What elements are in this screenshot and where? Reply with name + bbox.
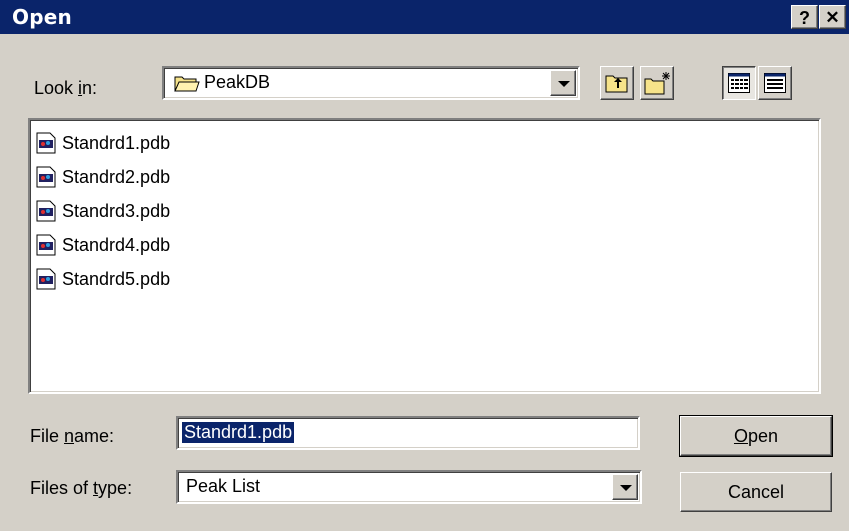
pdb-file-icon: [36, 166, 56, 188]
chevron-down-icon: [558, 81, 570, 87]
list-item[interactable]: Standrd5.pdb: [36, 264, 170, 294]
folder-open-icon: [174, 76, 200, 92]
file-type-value: Peak List: [186, 476, 261, 496]
cancel-button[interactable]: Cancel: [680, 472, 832, 512]
file-name-value: Standrd1.pdb: [182, 422, 295, 443]
look-in-combobox[interactable]: PeakDB: [162, 66, 580, 100]
file-list[interactable]: Standrd1.pdb Standrd2.pdb Standrd3.pdb S…: [28, 118, 821, 394]
close-button[interactable]: ✕: [819, 5, 846, 29]
list-item[interactable]: Standrd2.pdb: [36, 162, 170, 192]
create-new-folder-icon: [644, 72, 670, 95]
pdb-file-icon: [36, 200, 56, 222]
up-one-level-icon: [605, 75, 628, 93]
file-name-input[interactable]: Standrd1.pdb: [176, 416, 640, 450]
file-name: Standrd4.pdb: [62, 234, 171, 255]
file-name-label: File name:: [30, 426, 115, 446]
list-item[interactable]: Standrd1.pdb: [36, 128, 170, 158]
window-title: Open: [12, 5, 72, 29]
open-button[interactable]: Open: [679, 415, 833, 457]
chevron-down-icon: [620, 485, 632, 491]
list-view-button[interactable]: [722, 66, 756, 100]
list-item[interactable]: Standrd3.pdb: [36, 196, 170, 226]
look-in-label: Look in:: [34, 78, 98, 98]
file-type-dropdown-button[interactable]: [612, 474, 638, 500]
list-item[interactable]: Standrd4.pdb: [36, 230, 170, 260]
details-view-button[interactable]: [758, 66, 792, 100]
pdb-file-icon: [36, 268, 56, 290]
title-bar[interactable]: Open ? ✕: [0, 0, 849, 34]
file-name: Standrd5.pdb: [62, 268, 171, 289]
file-type-label: Files of type:: [30, 478, 133, 498]
pdb-file-icon: [36, 234, 56, 256]
look-in-value: PeakDB: [204, 72, 271, 92]
help-button[interactable]: ?: [791, 5, 818, 29]
file-type-select[interactable]: Peak List: [176, 470, 642, 504]
file-name: Standrd3.pdb: [62, 200, 171, 221]
look-in-dropdown-button[interactable]: [550, 70, 576, 96]
list-view-icon: [728, 73, 750, 93]
create-new-folder-button[interactable]: [640, 66, 674, 100]
file-name: Standrd2.pdb: [62, 166, 171, 187]
pdb-file-icon: [36, 132, 56, 154]
details-view-icon: [764, 73, 786, 93]
up-one-level-button[interactable]: [600, 66, 634, 100]
file-name: Standrd1.pdb: [62, 132, 171, 153]
open-dialog: Open ? ✕ Look in: PeakDB Standrd1.pdb St…: [0, 0, 849, 531]
